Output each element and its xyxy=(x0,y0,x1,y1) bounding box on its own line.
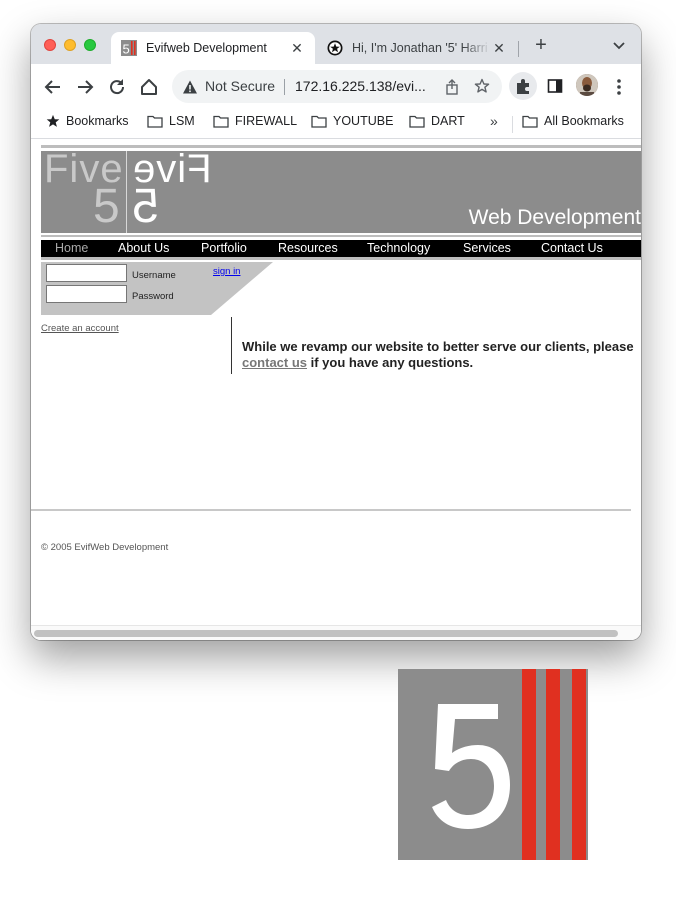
close-tab-icon[interactable]: ✕ xyxy=(491,40,507,57)
url-text[interactable]: 172.16.225.138/evi... xyxy=(295,78,435,94)
new-tab-button[interactable]: + xyxy=(530,34,552,56)
site-banner: Five Five 5 5 Web Development xyxy=(41,151,641,233)
bookmarks-bar: Bookmarks LSM FIREWALL YOUTUBE DART » Al… xyxy=(31,110,641,139)
bookmark-label: FIREWALL xyxy=(235,114,298,128)
folder-icon xyxy=(522,115,538,128)
folder-icon xyxy=(311,115,327,128)
bookmark-folder-youtube[interactable]: YOUTUBE xyxy=(311,114,393,128)
bookmark-folder-lsm[interactable]: LSM xyxy=(147,114,195,128)
nav-rule xyxy=(41,257,641,260)
page-viewport: Five Five 5 5 Web Development Home About… xyxy=(31,139,641,640)
tab-title: Hi, I'm Jonathan '5' Harri xyxy=(352,41,488,55)
nav-contact-us[interactable]: Contact Us xyxy=(541,241,603,255)
copyright-text: © 2005 EvifWeb Development xyxy=(41,542,169,553)
nav-portfolio[interactable]: Portfolio xyxy=(201,241,247,255)
bookmarks-separator xyxy=(512,116,513,133)
reload-icon[interactable] xyxy=(106,76,128,98)
bookmark-folder-dart[interactable]: DART xyxy=(409,114,465,128)
maintenance-message: While we revamp our website to better se… xyxy=(242,339,637,371)
share-icon[interactable] xyxy=(444,79,460,95)
contact-us-link[interactable]: contact us xyxy=(242,355,307,370)
all-bookmarks-folder[interactable]: All Bookmarks xyxy=(522,114,624,128)
bookmark-label: YOUTUBE xyxy=(333,114,394,128)
bookmark-label: DART xyxy=(431,114,465,128)
maximize-window-button[interactable] xyxy=(84,39,96,51)
star-icon xyxy=(46,114,60,127)
create-account-link[interactable]: Create an account xyxy=(41,323,119,334)
tab-strip: 5 Evifweb Development ✕ Hi, I'm Jonathan… xyxy=(31,24,641,64)
tab-title: Evifweb Development xyxy=(146,41,267,55)
content-divider xyxy=(231,317,232,374)
chevron-down-icon[interactable] xyxy=(611,37,627,53)
password-label: Password xyxy=(132,291,174,302)
tab-evifweb[interactable]: 5 Evifweb Development ✕ xyxy=(111,32,315,64)
back-arrow-icon[interactable] xyxy=(42,76,64,98)
close-window-button[interactable] xyxy=(44,39,56,51)
bookmark-label: LSM xyxy=(169,114,195,128)
logo-number: 5 xyxy=(93,180,120,233)
nav-about-us[interactable]: About Us xyxy=(118,241,169,255)
username-input[interactable] xyxy=(46,264,127,282)
footer-rule xyxy=(31,509,631,511)
bookmark-bookmarks[interactable]: Bookmarks xyxy=(46,114,129,128)
profile-avatar[interactable] xyxy=(576,74,598,96)
address-bar[interactable]: Not Secure 172.16.225.138/evi... xyxy=(172,70,502,103)
tab-separator xyxy=(518,41,519,57)
nav-services[interactable]: Services xyxy=(463,241,511,255)
minimize-window-button[interactable] xyxy=(64,39,76,51)
five-logo-icon xyxy=(398,669,588,860)
banner-rule xyxy=(41,235,641,237)
star-badge-icon xyxy=(327,40,343,56)
puzzle-icon xyxy=(517,79,529,94)
user-photo-icon xyxy=(576,74,598,96)
folder-icon xyxy=(409,115,425,128)
forward-arrow-icon[interactable] xyxy=(74,76,96,98)
horizontal-scrollbar[interactable] xyxy=(31,625,641,640)
close-tab-icon[interactable]: ✕ xyxy=(289,40,305,57)
svg-text:5: 5 xyxy=(123,42,130,57)
five-logo-icon: 5 xyxy=(121,40,137,56)
site-tagline: Web Development xyxy=(468,206,641,229)
folder-icon xyxy=(147,115,163,128)
folder-icon xyxy=(213,115,229,128)
security-status-label[interactable]: Not Secure xyxy=(205,78,275,94)
scrollbar-thumb[interactable] xyxy=(34,630,618,637)
more-bookmarks-chevron[interactable]: » xyxy=(490,113,498,129)
message-text-before: While we revamp our website to better se… xyxy=(242,339,634,354)
browser-window: 5 Evifweb Development ✕ Hi, I'm Jonathan… xyxy=(31,24,641,640)
nav-resources[interactable]: Resources xyxy=(278,241,338,255)
bookmark-folder-firewall[interactable]: FIREWALL xyxy=(213,114,297,128)
password-input[interactable] xyxy=(46,285,127,303)
username-label: Username xyxy=(132,270,176,281)
bookmark-star-icon[interactable] xyxy=(474,78,490,94)
nav-technology[interactable]: Technology xyxy=(367,241,430,255)
message-text-after: if you have any questions. xyxy=(307,355,474,370)
side-panel-icon[interactable] xyxy=(547,78,563,94)
header-rule xyxy=(41,145,641,148)
browser-toolbar: Not Secure 172.16.225.138/evi... xyxy=(31,64,641,110)
omnibox-divider xyxy=(284,79,285,95)
nav-home[interactable]: Home xyxy=(55,241,88,255)
logo-number-mirrored: 5 xyxy=(132,180,159,233)
extensions-button[interactable] xyxy=(509,72,537,100)
bookmark-label: All Bookmarks xyxy=(544,114,624,128)
warning-triangle-icon[interactable] xyxy=(182,79,198,95)
bookmark-label: Bookmarks xyxy=(66,114,129,128)
more-vert-icon[interactable] xyxy=(614,77,624,97)
home-icon[interactable] xyxy=(138,76,160,98)
site-nav: Home About Us Portfolio Resources Techno… xyxy=(41,240,641,257)
login-panel: Username Password sign in xyxy=(41,262,273,315)
logo-divider xyxy=(126,151,127,233)
tab-jonathan[interactable]: Hi, I'm Jonathan '5' Harri ✕ xyxy=(319,32,517,64)
sign-in-link[interactable]: sign in xyxy=(213,266,240,277)
